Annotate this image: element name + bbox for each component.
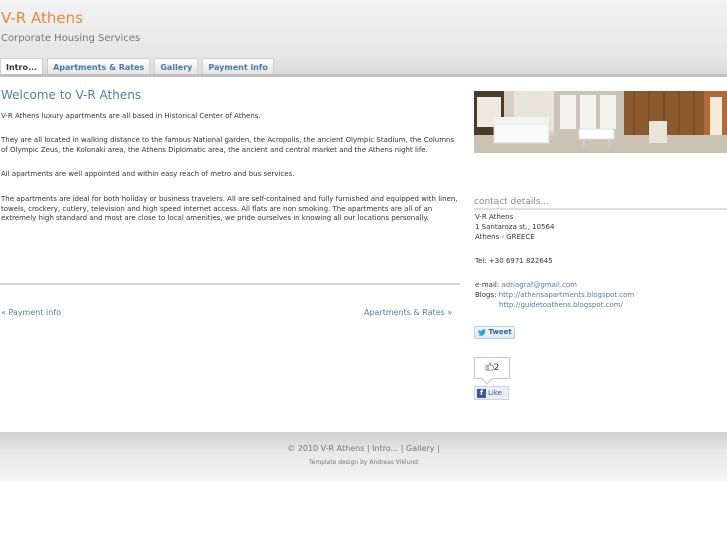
email-link[interactable]: adriagraf@gmail.com bbox=[501, 281, 577, 289]
tab-payment-info[interactable]: Payment info bbox=[202, 58, 274, 75]
next-page-link[interactable]: Apartments & Rates » bbox=[364, 308, 452, 317]
next-page-label: Apartments & Rates bbox=[364, 308, 445, 317]
next-arrow: » bbox=[447, 308, 453, 317]
location-paragraph: They are all located in walking distance… bbox=[1, 136, 455, 154]
contact-city: Athens - GREECE bbox=[475, 233, 535, 241]
site-title[interactable]: V-R Athens bbox=[1, 9, 83, 27]
contact-heading: contact details... bbox=[474, 197, 727, 210]
main-content: Welcome to V-R Athens V-R Athens luxury … bbox=[0, 77, 727, 432]
twitter-bird-icon bbox=[478, 328, 486, 336]
facebook-like-button[interactable]: f Like bbox=[474, 386, 509, 400]
like-count-box: 2 bbox=[474, 357, 510, 379]
footer-separator: | bbox=[437, 444, 440, 453]
footer-link-intro[interactable]: Intro... bbox=[372, 444, 398, 453]
footer-separator: | bbox=[400, 444, 404, 453]
footer: © 2010 V-R Athens | Intro... | Gallery |… bbox=[0, 432, 727, 481]
contact-blog2-row: http://guidetoathens.blogspot.com/ bbox=[499, 301, 623, 309]
contact-tel: Tel: +30 6971 822645 bbox=[475, 257, 553, 265]
blog-link-apartments[interactable]: http://athensapartments.blogspot.com bbox=[499, 291, 635, 299]
site-tagline: Corporate Housing Services bbox=[1, 33, 141, 44]
transport-paragraph: All apartments are well appointed and wi… bbox=[1, 170, 295, 178]
blogs-label: Blogs: bbox=[475, 291, 497, 299]
prev-page-link[interactable]: « Payment info bbox=[1, 308, 61, 317]
like-label: Like bbox=[488, 389, 502, 397]
contact-street: 1 Santaroza st., 10564 bbox=[475, 223, 555, 231]
footer-credit: Template design by Andreas Viklund bbox=[308, 459, 418, 466]
prev-arrow: « bbox=[1, 308, 6, 317]
contact-email-row: e-mail: adriagraf@gmail.com bbox=[475, 281, 577, 289]
page-title: Welcome to V-R Athens bbox=[1, 88, 142, 102]
blog-link-guide[interactable]: http://guidetoathens.blogspot.com/ bbox=[499, 301, 623, 309]
prev-page-label: Payment info bbox=[8, 308, 62, 317]
tab-gallery[interactable]: Gallery bbox=[154, 58, 199, 75]
tweet-button[interactable]: Tweet bbox=[474, 326, 515, 339]
thumbs-up-icon bbox=[485, 362, 494, 371]
contact-name: V-R Athens bbox=[475, 213, 514, 221]
contact-blogs-row: Blogs: http://athensapartments.blogspot.… bbox=[475, 291, 634, 299]
tweet-label: Tweet bbox=[488, 328, 512, 336]
apartment-photo bbox=[474, 91, 727, 153]
amenities-paragraph: The apartments are ideal for both holida… bbox=[1, 195, 458, 222]
footer-links: © 2010 V-R Athens | Intro... | Gallery | bbox=[0, 444, 727, 453]
header: V-R Athens Corporate Housing Services In… bbox=[0, 0, 727, 77]
email-label: e-mail: bbox=[475, 281, 500, 289]
footer-link-gallery[interactable]: Gallery bbox=[406, 444, 435, 453]
like-count: 2 bbox=[493, 363, 500, 373]
footer-separator: | bbox=[366, 444, 370, 453]
content-divider bbox=[0, 283, 460, 285]
facebook-f-icon: f bbox=[477, 388, 486, 398]
tab-apartments-rates[interactable]: Apartments & Rates bbox=[47, 58, 151, 75]
footer-copyright: © 2010 V-R Athens bbox=[287, 444, 365, 453]
intro-paragraph: V-R Athens luxury apartments are all bas… bbox=[1, 112, 261, 120]
